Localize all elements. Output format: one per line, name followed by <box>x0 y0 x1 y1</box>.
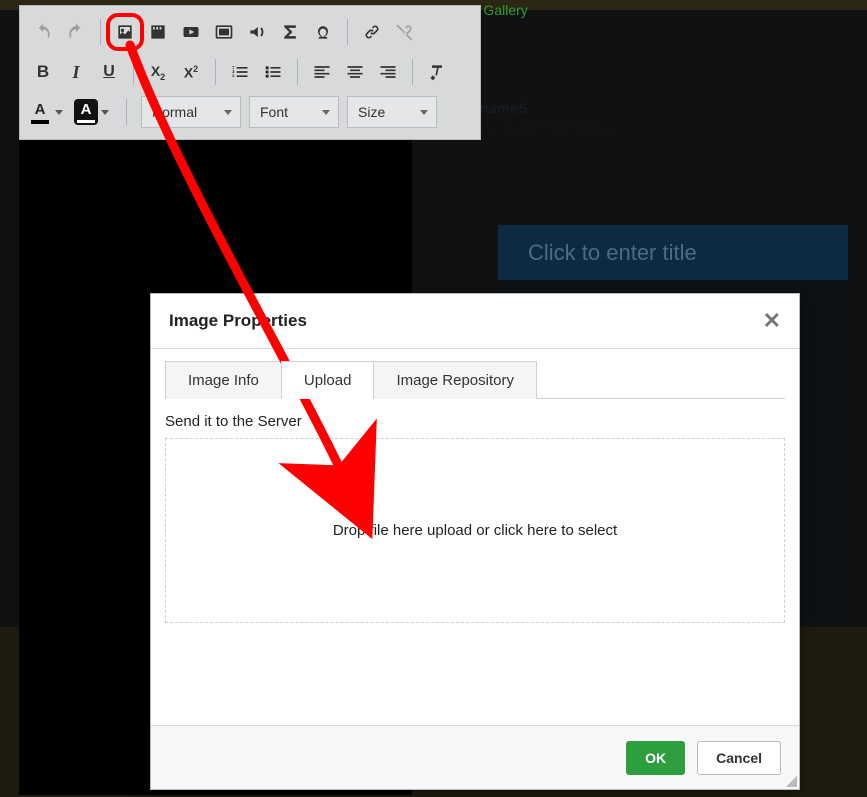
send-to-server-label: Send it to the Server <box>165 413 785 430</box>
dropzone-text: Drop file here upload or click here to s… <box>333 522 617 539</box>
modal-title: Image Properties <box>169 311 307 331</box>
file-dropzone[interactable]: Drop file here upload or click here to s… <box>165 438 785 623</box>
tab-image-info[interactable]: Image Info <box>165 361 282 399</box>
modal-header: Image Properties ✕ <box>151 294 799 349</box>
modal-close-button[interactable]: ✕ <box>763 308 781 334</box>
image-properties-modal: Image Properties ✕ Image Info Upload Ima… <box>150 293 800 790</box>
tab-image-repository[interactable]: Image Repository <box>373 361 537 399</box>
tab-upload[interactable]: Upload <box>281 361 375 399</box>
modal-body: Image Info Upload Image Repository Send … <box>151 349 799 725</box>
modal-tabs: Image Info Upload Image Repository <box>165 361 785 399</box>
page-root: Back To Gallery B I U X2 X2 <box>0 0 867 797</box>
ok-button[interactable]: OK <box>626 741 685 775</box>
cancel-button[interactable]: Cancel <box>697 741 781 775</box>
modal-footer: OK Cancel <box>151 725 799 789</box>
close-icon: ✕ <box>763 308 781 333</box>
resize-grip-icon[interactable] <box>783 773 797 787</box>
